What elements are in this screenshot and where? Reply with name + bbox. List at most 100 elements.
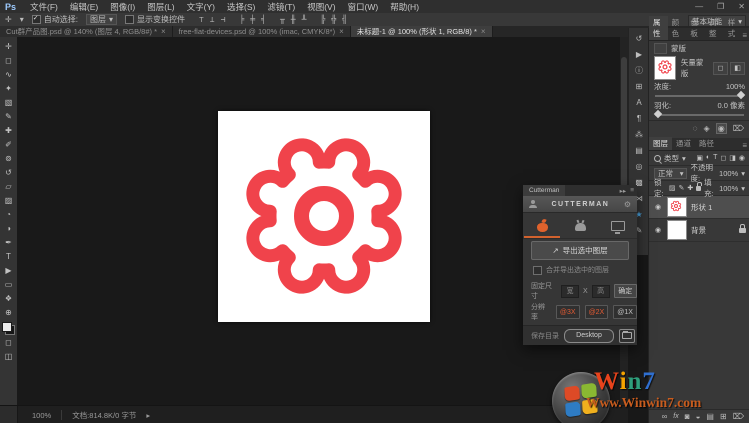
close-icon[interactable]: × bbox=[161, 27, 166, 36]
tab-adjustments[interactable]: 调整 bbox=[705, 16, 724, 40]
tab-color[interactable]: 颜色 bbox=[668, 16, 687, 40]
tab-properties[interactable]: 属性 bbox=[649, 16, 668, 40]
panel-menu-icon[interactable]: ≡ bbox=[742, 141, 749, 150]
tab-ios[interactable] bbox=[523, 213, 561, 238]
slider-handle[interactable] bbox=[654, 110, 662, 118]
color-swatches[interactable] bbox=[2, 322, 15, 335]
merge-export-option[interactable]: 合并导出选中的图层 bbox=[533, 265, 609, 275]
crop-tool[interactable]: ▧ bbox=[2, 95, 15, 109]
artboard[interactable] bbox=[218, 111, 430, 322]
menu-file[interactable]: 文件(F) bbox=[24, 1, 64, 13]
hand-tool[interactable]: ❖ bbox=[2, 291, 15, 305]
distribute-icon[interactable]: ╬ bbox=[331, 15, 336, 24]
align-icon[interactable]: ╞ bbox=[239, 15, 244, 24]
layer-thumbnail[interactable] bbox=[667, 197, 687, 217]
align-icon[interactable]: ╥ bbox=[280, 15, 285, 24]
align-icon[interactable]: ⊤ bbox=[199, 15, 204, 24]
mask-thumbnail[interactable] bbox=[654, 56, 676, 80]
document-tab[interactable]: Cut群产品图.psd @ 140% (图层 4, RGB/8#) * × bbox=[0, 26, 173, 37]
feather-slider[interactable] bbox=[655, 114, 744, 116]
brush-tool[interactable]: ✐ bbox=[2, 137, 15, 151]
filter-toggle-icon[interactable]: ◉ bbox=[739, 154, 745, 162]
res-2x-button[interactable]: @2X bbox=[585, 305, 609, 319]
filter-pixel-icon[interactable]: ▣ bbox=[696, 154, 703, 162]
export-selected-button[interactable]: ↗ 导出选中图层 bbox=[531, 241, 629, 260]
align-icon[interactable]: ╡ bbox=[261, 15, 266, 24]
align-icon[interactable]: ╨ bbox=[302, 15, 307, 24]
filter-type-icon[interactable]: T bbox=[713, 154, 717, 162]
foreground-color-swatch[interactable] bbox=[2, 322, 12, 332]
browse-folder-button[interactable] bbox=[619, 329, 635, 343]
zoom-tool[interactable]: ⊕ bbox=[2, 305, 15, 319]
quick-selection-tool[interactable]: ✦ bbox=[2, 81, 15, 95]
panel-menu-icon[interactable]: ≡ bbox=[630, 187, 634, 195]
layer-row-shape1[interactable]: ◉ 形状 1 bbox=[649, 196, 749, 219]
glyphs-panel-icon[interactable]: ⁂ bbox=[632, 127, 646, 141]
history-panel-icon[interactable]: ↺ bbox=[632, 31, 646, 45]
lasso-tool[interactable]: ∿ bbox=[2, 67, 15, 81]
confirm-button[interactable]: 确定 bbox=[614, 284, 637, 298]
clone-stamp-tool[interactable]: ⊚ bbox=[2, 151, 15, 165]
tab-styles[interactable]: 样式 bbox=[724, 16, 743, 40]
distribute-icon[interactable]: ╠ bbox=[320, 15, 325, 24]
opacity-value[interactable]: 100% bbox=[719, 169, 738, 178]
align-icon[interactable]: ╪ bbox=[250, 15, 255, 24]
actions-panel-icon[interactable]: ▶ bbox=[632, 47, 646, 61]
eyedropper-tool[interactable]: ✎ bbox=[2, 109, 15, 123]
tab-channels[interactable]: 通道 bbox=[672, 137, 695, 150]
menu-type[interactable]: 文字(Y) bbox=[181, 1, 221, 13]
load-selection-icon[interactable]: ◌ bbox=[693, 124, 698, 133]
quick-mask-button[interactable]: ◻ bbox=[2, 335, 15, 349]
visibility-eye-icon[interactable]: ◉ bbox=[653, 203, 663, 211]
align-icon[interactable]: ⊣ bbox=[221, 15, 226, 24]
close-icon[interactable]: × bbox=[339, 27, 344, 36]
eraser-tool[interactable]: ▱ bbox=[2, 179, 15, 193]
width-input[interactable]: 宽 bbox=[561, 285, 579, 298]
menu-edit[interactable]: 编辑(E) bbox=[64, 1, 104, 13]
menu-image[interactable]: 图像(I) bbox=[104, 1, 141, 13]
tab-swatches[interactable]: 色板 bbox=[686, 16, 705, 40]
chevron-down-icon[interactable]: ▾ bbox=[741, 169, 745, 178]
document-tab[interactable]: free-flat-devices.psd @ 100% (imac, CMYK… bbox=[173, 26, 351, 37]
fill-value[interactable]: 100% bbox=[719, 184, 738, 193]
res-1x-button[interactable]: @1X bbox=[613, 305, 637, 319]
path-selection-tool[interactable]: ▶ bbox=[2, 263, 15, 277]
minimize-button[interactable]: — bbox=[695, 2, 703, 11]
menu-filter[interactable]: 滤镜(T) bbox=[261, 1, 301, 13]
type-tool[interactable]: T bbox=[2, 249, 15, 263]
lock-position-icon[interactable]: ✚ bbox=[687, 184, 693, 192]
mask-visibility-icon[interactable]: ◉ bbox=[716, 123, 727, 134]
tab-paths[interactable]: 路径 bbox=[695, 137, 718, 150]
blur-tool[interactable]: ◔ bbox=[2, 207, 15, 221]
shape-tool[interactable]: ▭ bbox=[2, 277, 15, 291]
lock-image-icon[interactable]: ✎ bbox=[679, 184, 685, 192]
filter-adjustment-icon[interactable]: ◐ bbox=[706, 154, 710, 162]
tool-preset-caret[interactable]: ▾ bbox=[20, 15, 24, 24]
pen-tool[interactable]: ✒ bbox=[2, 235, 15, 249]
align-icon[interactable]: ⊥ bbox=[210, 15, 215, 24]
cutterman-tab[interactable]: Cutterman bbox=[523, 185, 565, 196]
density-slider[interactable] bbox=[655, 95, 744, 97]
menu-select[interactable]: 选择(S) bbox=[221, 1, 261, 13]
delete-mask-icon[interactable]: ⌦ bbox=[733, 124, 744, 133]
move-tool[interactable]: ✛ bbox=[2, 39, 15, 53]
auto-select-dropdown[interactable]: 图层 ▾ bbox=[86, 14, 117, 25]
status-arrow-icon[interactable]: ▸ bbox=[146, 411, 150, 420]
layer-name[interactable]: 形状 1 bbox=[691, 202, 712, 213]
dodge-tool[interactable]: ◑ bbox=[2, 221, 15, 235]
show-transform-checkbox[interactable] bbox=[125, 15, 134, 24]
healing-brush-tool[interactable]: ✚ bbox=[2, 123, 15, 137]
layer-name[interactable]: 背景 bbox=[691, 225, 706, 236]
filter-kind-label[interactable]: 类型 bbox=[664, 153, 679, 164]
distribute-icon[interactable]: ╣ bbox=[342, 15, 347, 24]
info-panel-icon[interactable]: ⓘ bbox=[632, 63, 646, 77]
chevron-down-icon[interactable]: ▾ bbox=[741, 184, 745, 193]
lock-all-icon[interactable] bbox=[696, 186, 701, 191]
history-brush-tool[interactable]: ↺ bbox=[2, 165, 15, 179]
collapse-icon[interactable]: ▸▸ bbox=[620, 187, 627, 195]
tab-layers[interactable]: 图层 bbox=[649, 137, 672, 150]
layer-row-background[interactable]: ◉ 背景 bbox=[649, 219, 749, 242]
gradient-tool[interactable]: ▨ bbox=[2, 193, 15, 207]
align-icon[interactable]: ╫ bbox=[291, 15, 296, 24]
marquee-tool[interactable]: ◻ bbox=[2, 53, 15, 67]
